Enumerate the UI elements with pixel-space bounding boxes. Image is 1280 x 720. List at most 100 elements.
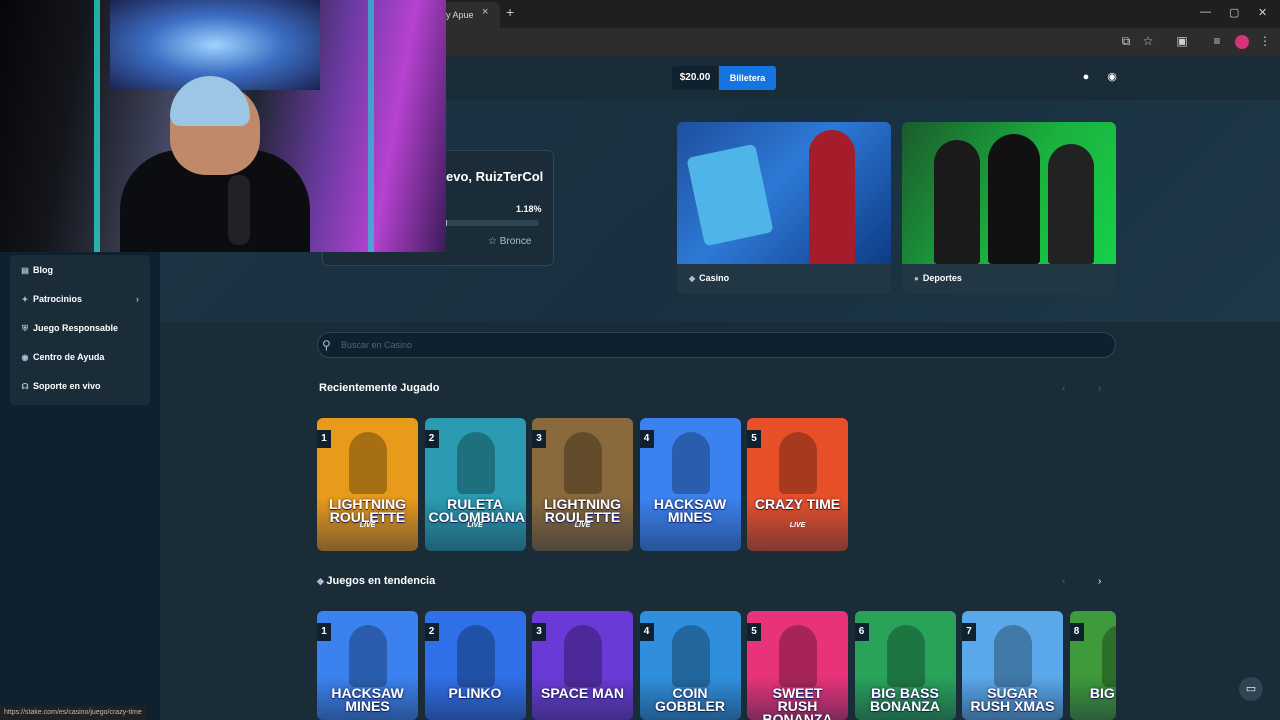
game-art	[456, 625, 495, 687]
search-input[interactable]	[341, 337, 1041, 353]
search-icon: ⚲	[322, 338, 331, 352]
welcome-greeting: evo, RuizTerCol	[446, 169, 544, 184]
recent-game-tile[interactable]: 3 LIGHTNING ROULETTE LIVE	[532, 418, 633, 551]
vip-progress-percent: 1.18%	[516, 204, 542, 214]
balance-display[interactable]: $20.00	[672, 66, 718, 90]
game-rank-number: 7	[962, 623, 976, 641]
tab-title: y Apue	[446, 10, 474, 20]
game-art	[564, 625, 602, 687]
chat-icon: ▭	[1245, 683, 1257, 695]
promo-label-casino-text: Casino	[699, 273, 730, 283]
chevron-right-icon[interactable]: ›	[136, 290, 139, 308]
trending-game-tile[interactable]: 3 SPACE MAN	[532, 611, 633, 720]
trending-game-tile[interactable]: 6 BIG BASS BONANZA	[854, 611, 956, 720]
game-rank-number: 5	[747, 430, 761, 448]
game-rank-number: 1	[317, 430, 331, 448]
extensions-icon[interactable]: ▣	[1175, 34, 1189, 48]
blog-icon: ▤	[21, 266, 29, 275]
chat-bubble-icon[interactable]: ◉	[1106, 70, 1118, 84]
recent-section-title: Recientemente Jugado	[319, 382, 440, 394]
sidebar-item-blog[interactable]: ▤ Blog	[20, 261, 145, 279]
status-bar-url: https://stake.com/es/casino/juego/crazy-…	[0, 706, 146, 720]
game-title: LIGHTNING ROULETTE	[544, 496, 621, 525]
promo-label-deportes: ● Deportes	[914, 273, 962, 283]
headset-icon: ☊	[21, 382, 29, 391]
trending-prev-arrow-icon[interactable]: ‹	[1062, 576, 1065, 587]
promo-label-casino: ◆ Casino	[689, 273, 729, 283]
sidebar-item-label: Centro de Ayuda	[33, 352, 105, 362]
game-title: CRAZY TIME	[754, 496, 841, 512]
sidebar-item-juego-responsable[interactable]: ⛨ Juego Responsable	[20, 319, 145, 337]
promo-card-deportes[interactable]: ● Deportes	[902, 122, 1116, 294]
sidebar-item-centro-de-ayuda[interactable]: ◉ Centro de Ayuda	[20, 348, 145, 366]
game-title: SPACE MAN	[541, 685, 624, 701]
recent-next-arrow-icon[interactable]: ›	[1098, 383, 1101, 394]
recent-game-tile[interactable]: 2 RULETA COLOMBIANA LIVE	[424, 418, 526, 551]
user-icon[interactable]: ●	[1080, 70, 1092, 84]
game-title: HACKSAW MINES	[331, 685, 404, 714]
game-title: BIG BASS BONANZA	[870, 685, 940, 714]
game-rank-number: 4	[639, 430, 654, 448]
game-live-badge: LIVE	[359, 522, 376, 529]
trending-game-tile[interactable]: 7 SUGAR RUSH XMAS	[962, 611, 1063, 720]
trending-game-tile[interactable]: 4 COIN GOBBLER	[639, 611, 741, 720]
sidebar-item-label: Blog	[33, 265, 53, 275]
trending-game-tile[interactable]: 8 BIG AMA	[1069, 611, 1116, 720]
trending-game-tile[interactable]: 5 SWEET RUSH BONANZA	[747, 611, 848, 720]
game-art	[349, 432, 387, 494]
bookmark-star-icon[interactable]: ☆	[1141, 34, 1155, 48]
game-rank-number: 4	[639, 623, 654, 641]
media-control-icon[interactable]: ≡	[1210, 34, 1224, 48]
athlete-figure-1	[934, 140, 980, 264]
sidebar-item-label: Juego Responsable	[33, 323, 119, 333]
game-art	[671, 432, 710, 494]
casino-host-figure	[809, 130, 855, 264]
game-art	[779, 625, 817, 687]
chip-icon: ◆	[689, 274, 696, 283]
shield-icon: ⛨	[22, 324, 28, 333]
game-title: LIGHTNING ROULETTE	[329, 496, 406, 525]
game-art	[671, 625, 710, 687]
trending-game-tile[interactable]: 2 PLINKO	[424, 611, 526, 720]
game-live-badge: LIVE	[574, 522, 591, 529]
microphone	[228, 175, 250, 245]
promo-label-deportes-text: Deportes	[922, 273, 962, 283]
promo-card-casino[interactable]: ◆ Casino	[677, 122, 891, 294]
support-chat-button[interactable]: ▭	[1239, 677, 1263, 701]
wallet-button[interactable]: Billetera	[719, 66, 776, 90]
tab-close-icon[interactable]: ×	[482, 6, 488, 18]
game-rank-number: 8	[1069, 623, 1084, 641]
trending-game-tile[interactable]: 1 HACKSAW MINES	[317, 611, 418, 720]
close-window-icon[interactable]: ✕	[1258, 6, 1267, 19]
game-live-badge: LIVE	[467, 522, 483, 529]
game-rank-number: 2	[424, 623, 439, 641]
browser-menu-icon[interactable]: ⋮	[1258, 34, 1272, 48]
webcam-overlay	[0, 0, 446, 252]
trending-icon: ◆	[317, 576, 327, 586]
game-art	[1101, 625, 1116, 687]
install-app-icon[interactable]: ⧉	[1119, 34, 1133, 48]
screen: y Apue × + — ▢ ✕ ⧉ ☆ ▣ ≡ ⋮ $20.00 Billet…	[0, 0, 1280, 720]
recent-game-tile[interactable]: 4 HACKSAW MINES	[639, 418, 741, 551]
vip-rank[interactable]: ☆ Bronce	[488, 236, 531, 247]
sponsor-icon: ✦	[21, 295, 29, 304]
game-rank-number: 3	[532, 623, 546, 641]
recent-prev-arrow-icon[interactable]: ‹	[1062, 383, 1065, 394]
casino-promo-image	[677, 122, 891, 264]
profile-avatar[interactable]	[1235, 35, 1249, 49]
trending-next-arrow-icon[interactable]: ›	[1098, 576, 1101, 587]
recent-game-tile[interactable]: 1 LIGHTNING ROULETTE LIVE	[317, 418, 418, 551]
game-rank-number: 3	[532, 430, 546, 448]
minimize-icon[interactable]: —	[1200, 6, 1211, 18]
maximize-icon[interactable]: ▢	[1229, 6, 1239, 19]
browser-tab[interactable]: y Apue	[440, 2, 500, 28]
star-icon: ☆	[488, 236, 500, 247]
game-title: RULETA COLOMBIANA	[428, 496, 525, 525]
game-title: HACKSAW MINES	[653, 496, 727, 525]
sidebar-item-patrocinios[interactable]: ✦ Patrocinios ›	[20, 290, 145, 308]
recent-game-tile[interactable]: 5 CRAZY TIME LIVE	[747, 418, 848, 551]
sidebar-item-soporte-en-vivo[interactable]: ☊ Soporte en vivo	[20, 377, 145, 395]
new-tab-icon[interactable]: +	[506, 4, 514, 20]
game-title: PLINKO	[448, 685, 502, 701]
game-title: COIN GOBBLER	[655, 685, 725, 714]
